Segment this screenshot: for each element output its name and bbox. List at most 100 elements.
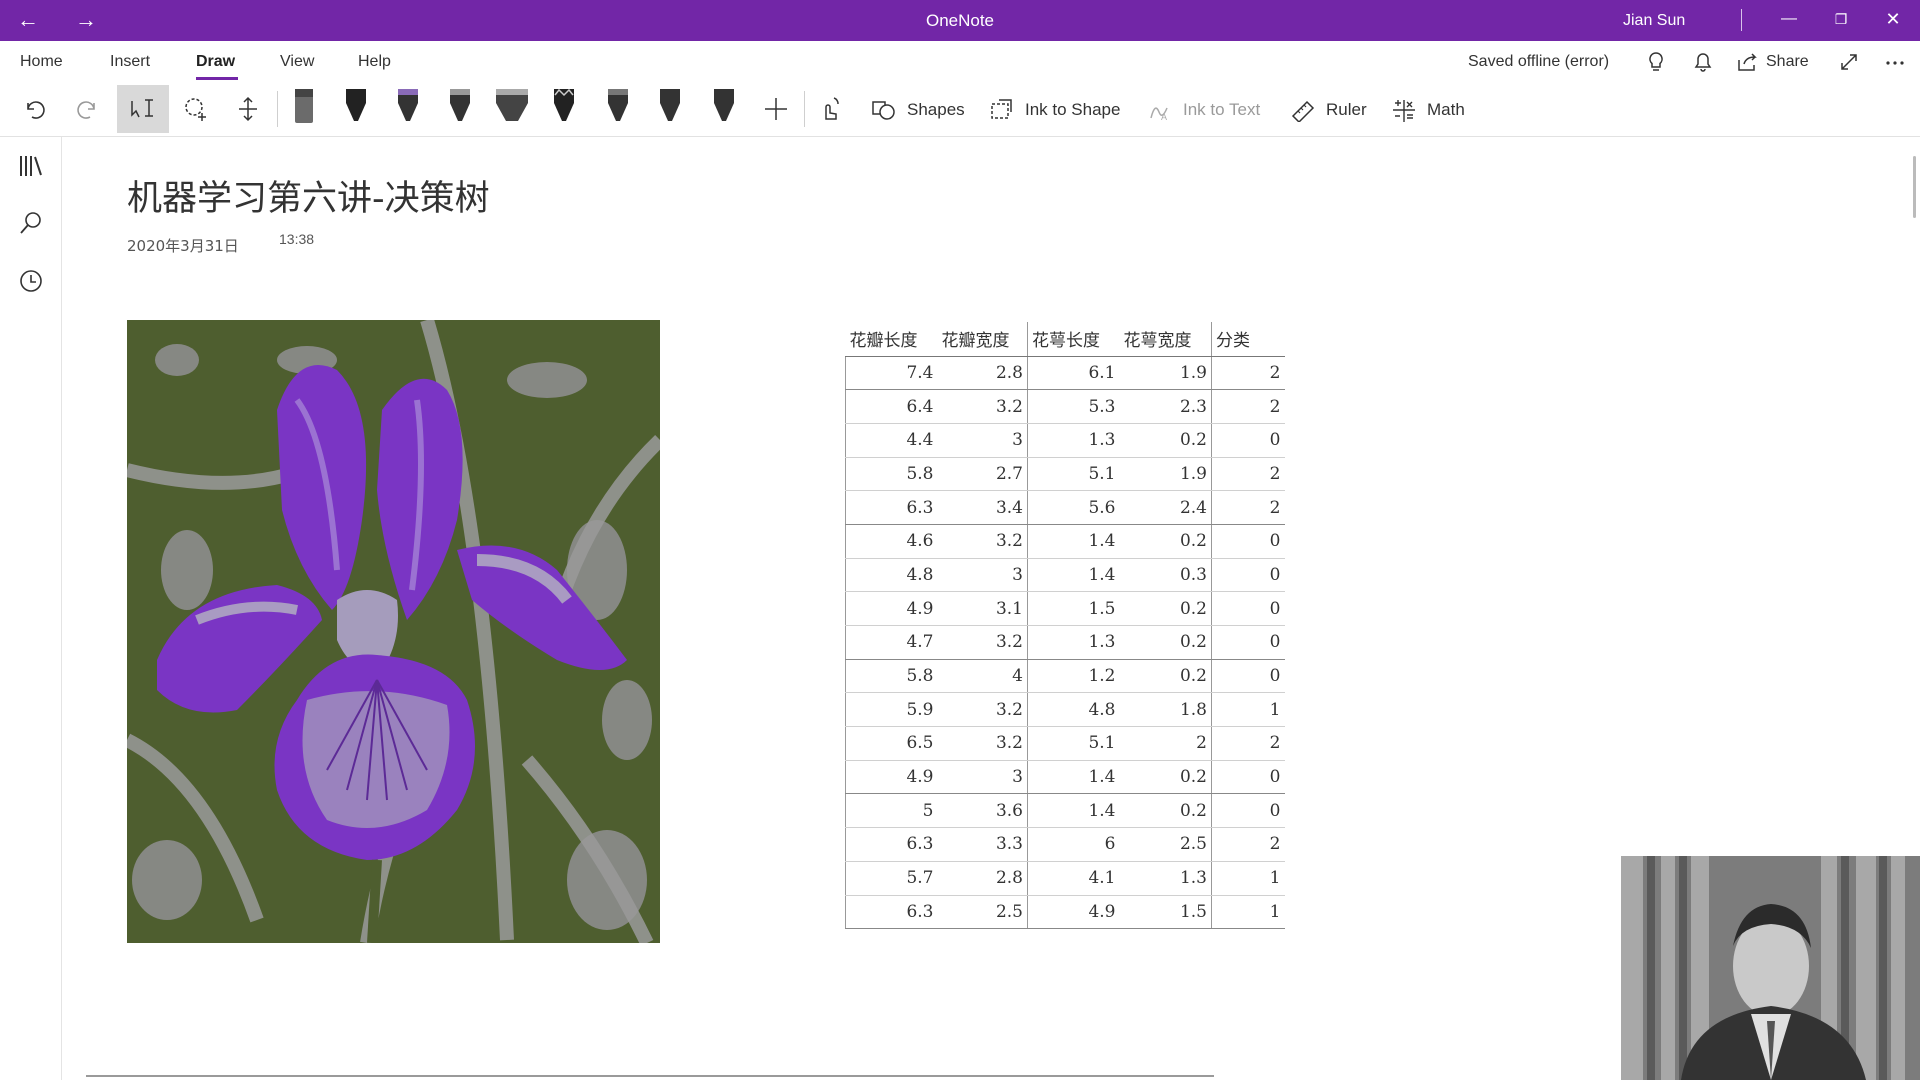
search-icon[interactable] (17, 209, 45, 237)
lightbulb-icon[interactable] (1643, 50, 1669, 74)
tab-help[interactable]: Help (358, 53, 391, 71)
touch-drawing-button[interactable] (808, 85, 852, 133)
notebooks-icon[interactable] (17, 152, 45, 180)
table-cell[interactable]: 1.4 (1027, 558, 1120, 593)
table-cell[interactable]: 2.5 (1119, 827, 1212, 862)
table-cell[interactable]: 3 (937, 558, 1028, 593)
iris-flower-image[interactable] (127, 320, 660, 943)
tab-insert[interactable]: Insert (110, 53, 150, 71)
table-cell[interactable]: 6.5 (845, 726, 938, 761)
share-icon[interactable] (1736, 50, 1758, 74)
table-cell[interactable]: 1.5 (1027, 591, 1120, 626)
table-cell[interactable]: 3.1 (937, 591, 1028, 626)
table-cell[interactable]: 5.1 (1027, 457, 1120, 492)
more-options-icon[interactable] (1882, 50, 1908, 74)
table-cell[interactable]: 2 (1211, 490, 1285, 525)
table-cell[interactable]: 5.8 (845, 457, 938, 492)
table-cell[interactable]: 0 (1211, 793, 1285, 829)
table-cell[interactable]: 5.3 (1027, 389, 1120, 424)
table-cell[interactable]: 1.4 (1027, 760, 1120, 795)
pen-black-4-button[interactable] (648, 85, 692, 133)
table-cell[interactable]: 1.4 (1027, 793, 1120, 829)
restore-icon[interactable]: ❐ (1817, 0, 1865, 41)
add-space-tool[interactable] (226, 85, 270, 133)
column-header[interactable]: 花瓣长度 (845, 322, 938, 357)
table-cell[interactable]: 4.9 (845, 591, 938, 626)
table-cell[interactable]: 1.4 (1027, 524, 1120, 559)
table-cell[interactable]: 2 (1211, 389, 1285, 424)
fullscreen-icon[interactable] (1836, 50, 1862, 74)
table-cell[interactable]: 5 (845, 793, 938, 829)
table-cell[interactable]: 1.2 (1027, 659, 1120, 694)
table-cell[interactable]: 1.5 (1119, 895, 1212, 930)
table-cell[interactable]: 4.6 (845, 524, 938, 559)
table-cell[interactable]: 1 (1211, 692, 1285, 728)
table-cell[interactable]: 1 (1211, 861, 1285, 896)
table-cell[interactable]: 3 (937, 760, 1028, 795)
table-cell[interactable]: 1.9 (1119, 356, 1212, 391)
column-header[interactable]: 花萼宽度 (1119, 322, 1212, 357)
ruler-button[interactable]: Ruler (1290, 98, 1367, 122)
table-cell[interactable]: 5.9 (845, 692, 938, 728)
pen-purple-button[interactable] (386, 85, 430, 133)
table-cell[interactable]: 0.2 (1119, 423, 1212, 458)
bell-icon[interactable] (1690, 50, 1716, 74)
pen-black-3-button[interactable] (596, 85, 640, 133)
table-cell[interactable]: 3.2 (937, 524, 1028, 559)
table-cell[interactable]: 0.3 (1119, 558, 1212, 593)
ink-to-text-button[interactable]: A Ink to Text (1147, 98, 1260, 122)
table-cell[interactable]: 5.6 (1027, 490, 1120, 525)
tab-view[interactable]: View (280, 53, 314, 71)
table-cell[interactable]: 0 (1211, 423, 1285, 458)
horizontal-scrollbar[interactable] (86, 1075, 1214, 1077)
table-cell[interactable]: 1.3 (1119, 861, 1212, 896)
table-cell[interactable]: 3.3 (937, 827, 1028, 862)
table-cell[interactable]: 2.5 (937, 895, 1028, 930)
table-cell[interactable]: 4.4 (845, 423, 938, 458)
table-cell[interactable]: 6.3 (845, 490, 938, 525)
table-cell[interactable]: 5.7 (845, 861, 938, 896)
pen-black-2-button[interactable] (438, 85, 482, 133)
table-cell[interactable]: 2.4 (1119, 490, 1212, 525)
table-cell[interactable]: 3.2 (937, 726, 1028, 761)
table-cell[interactable]: 0 (1211, 625, 1285, 660)
table-cell[interactable]: 6 (1027, 827, 1120, 862)
type-select-tool[interactable] (117, 85, 169, 133)
table-cell[interactable]: 1.9 (1119, 457, 1212, 492)
column-header[interactable]: 分类 (1211, 322, 1285, 357)
table-cell[interactable]: 2.8 (937, 861, 1028, 896)
pen-gray-button[interactable] (282, 85, 326, 133)
ink-to-shape-button[interactable]: Ink to Shape (989, 98, 1120, 122)
math-button[interactable]: Math (1391, 98, 1465, 122)
page-title[interactable]: 机器学习第六讲-决策树 (127, 170, 490, 221)
table-cell[interactable]: 0 (1211, 591, 1285, 626)
table-cell[interactable]: 1 (1211, 895, 1285, 930)
table-cell[interactable]: 0 (1211, 659, 1285, 694)
column-header[interactable]: 花瓣宽度 (937, 322, 1028, 357)
table-cell[interactable]: 3.6 (937, 793, 1028, 829)
table-cell[interactable]: 0.2 (1119, 591, 1212, 626)
table-cell[interactable]: 5.1 (1027, 726, 1120, 761)
pen-black-5-button[interactable] (702, 85, 746, 133)
table-cell[interactable]: 0 (1211, 558, 1285, 593)
recent-clock-icon[interactable] (17, 267, 45, 295)
table-cell[interactable]: 3.2 (937, 625, 1028, 660)
table-cell[interactable]: 4 (937, 659, 1028, 694)
table-cell[interactable]: 4.8 (1027, 692, 1120, 728)
undo-button[interactable] (12, 85, 56, 133)
table-cell[interactable]: 3.4 (937, 490, 1028, 525)
lasso-select-tool[interactable] (174, 85, 218, 133)
sync-status[interactable]: Saved offline (error) (1468, 53, 1609, 71)
table-cell[interactable]: 2.3 (1119, 389, 1212, 424)
minimize-icon[interactable]: — (1765, 0, 1813, 41)
table-cell[interactable]: 2 (1211, 356, 1285, 391)
redo-button[interactable] (66, 85, 110, 133)
table-cell[interactable]: 0 (1211, 760, 1285, 795)
table-cell[interactable]: 1.8 (1119, 692, 1212, 728)
table-cell[interactable]: 0.2 (1119, 793, 1212, 829)
table-cell[interactable]: 0.2 (1119, 524, 1212, 559)
vertical-scrollbar[interactable] (1913, 156, 1916, 218)
table-cell[interactable]: 2 (1211, 827, 1285, 862)
table-cell[interactable]: 6.4 (845, 389, 938, 424)
table-cell[interactable]: 3 (937, 423, 1028, 458)
